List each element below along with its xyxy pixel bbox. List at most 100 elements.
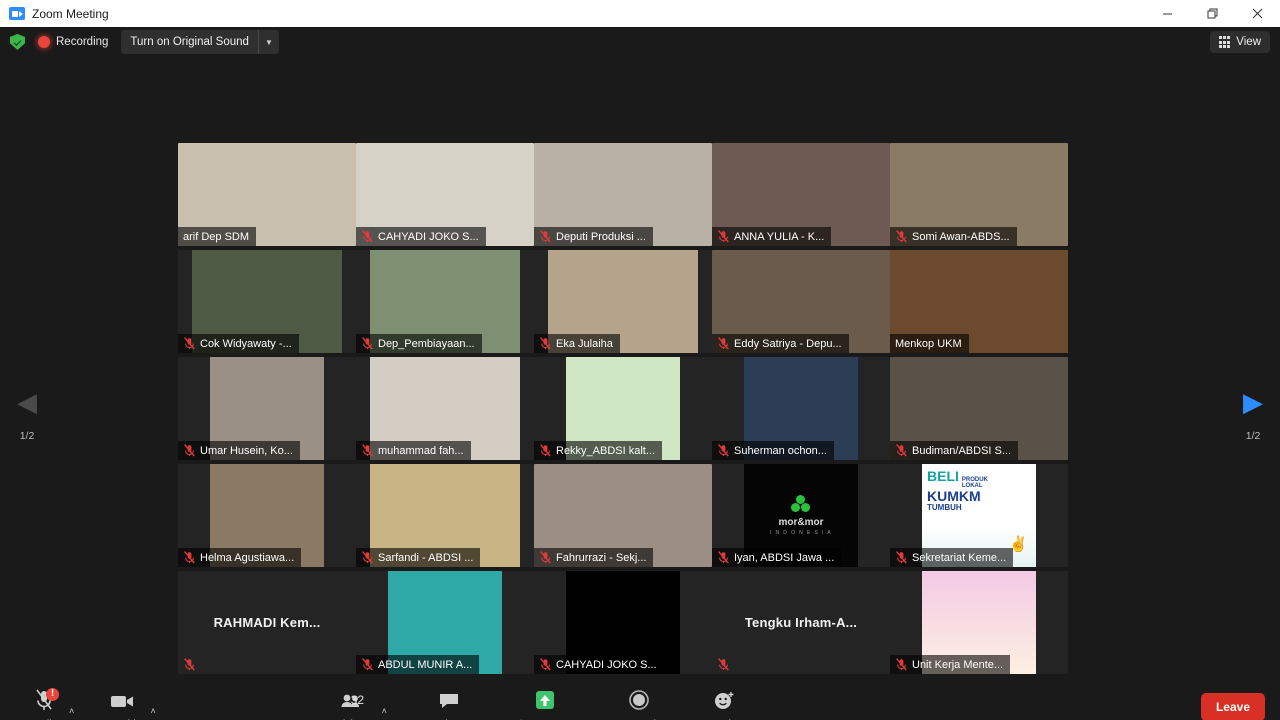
next-page-arrow[interactable]: ▶ [1240,389,1266,415]
microphone-muted-icon [895,230,908,243]
share-screen-button[interactable]: Share Screen [513,689,577,720]
participant-video: ANNA YULIA - K... [712,143,890,246]
participant-tile[interactable]: arif Dep SDM [178,143,356,250]
window-title: Zoom Meeting [32,6,109,21]
recording-indicator[interactable]: Recording [38,36,108,48]
recording-label: Recording [56,36,109,48]
participant-name: ABDUL MUNIR A... [378,658,473,671]
video-options-caret[interactable]: ˄ [150,706,155,716]
participant-tile[interactable]: Suherman ochon... [712,357,890,464]
participant-tile[interactable]: Dep_Pembiayaan... [356,250,534,357]
participant-name-bar: Cok Widyawaty -... [178,334,299,353]
participant-video: Eka Julaiha [534,250,712,353]
microphone-muted-icon [183,658,196,671]
participant-tile[interactable]: Eka Julaiha [534,250,712,357]
participant-video: BELI PRODUK LOKAL KUMKM TUMBUH ✌ Sekretariat K… [890,464,1068,567]
participant-video: Sarfandi - ABDSI ... [356,464,534,567]
participant-name: Deputi Produksi ... [556,230,646,243]
participant-video: Budiman/ABDSI S... [890,357,1068,460]
participant-tile[interactable]: Somi Awan-ABDS... [890,143,1068,250]
zoom-camera-icon [9,7,25,20]
view-button[interactable]: View [1209,31,1270,53]
microphone-muted-icon [539,337,552,350]
participant-name: Umar Husein, Ko... [200,444,293,457]
participant-tile[interactable]: Fahrurrazi - Sekj... [534,464,712,571]
chat-button[interactable]: Chat [427,689,471,720]
participant-video: CAHYADI JOKO S... [356,143,534,246]
participant-name: ANNA YULIA - K... [734,230,825,243]
leave-button[interactable]: Leave [1200,693,1265,720]
participant-tile[interactable]: Deputi Produksi ... [534,143,712,250]
participant-video: Menkop UKM [890,250,1068,353]
participant-tile[interactable]: Menkop UKM [890,250,1068,357]
participant-name: Iyan, ABDSI Jawa ... [734,551,835,564]
participant-name: Sarfandi - ABDSI ... [378,551,474,564]
participant-tile[interactable]: Budiman/ABDSI S... [890,357,1068,464]
participant-video: Suherman ochon... [712,357,890,460]
participant-tile[interactable]: CAHYADI JOKO S... [356,143,534,250]
participant-tile[interactable]: Rekky_ABDSI kalt... [534,357,712,464]
participant-tile[interactable]: muhammad fah... [356,357,534,464]
participant-name: Eka Julaiha [556,337,613,350]
participant-name-bar [712,655,741,674]
participant-name-bar: Sarfandi - ABDSI ... [356,548,481,567]
participant-tile[interactable]: Tengku Irham-A... [712,571,890,678]
participant-name-bar: Rekky_ABDSI kalt... [534,441,663,460]
participant-name-bar: arif Dep SDM [178,227,257,246]
participant-video: RAHMADI Kem... [178,571,356,674]
microphone-muted-icon [539,230,552,243]
participant-tile[interactable]: Helma Agustiawa... [178,464,356,571]
restore-icon[interactable] [1190,0,1235,27]
audio-button[interactable]: ! Audio [22,687,66,720]
participant-name-bar: ANNA YULIA - K... [712,227,832,246]
microphone-muted-icon [361,444,374,457]
chevron-down-icon[interactable]: ▼ [259,30,279,54]
participant-name-bar: muhammad fah... [356,441,471,460]
participant-name: Fahrurrazi - Sekj... [556,551,647,564]
participant-name: Unit Kerja Mente... [912,658,1004,671]
participant-video: Rekky_ABDSI kalt... [534,357,712,460]
participant-name-bar: Suherman ochon... [712,441,834,460]
participant-tile[interactable]: Sarfandi - ABDSI ... [356,464,534,571]
participant-video: Tengku Irham-A... [712,571,890,674]
participant-name-bar: Fahrurrazi - Sekj... [534,548,654,567]
participant-video: Eddy Satriya - Depu... [712,250,890,353]
participants-options-caret[interactable]: ˄ [382,706,387,716]
original-sound-button[interactable]: Turn on Original Sound ▼ [121,30,279,54]
stop-video-button[interactable]: Stop Video [96,689,147,720]
microphone-muted-icon [539,444,552,457]
participant-name: Cok Widyawaty -... [200,337,292,350]
participant-name: Suherman ochon... [734,444,827,457]
participant-tile[interactable]: Eddy Satriya - Depu... [712,250,890,357]
participant-tile[interactable]: mor&mor I N D O N E S I A Iyan, ABDSI Jawa… [712,464,890,571]
participant-tile[interactable]: Umar Husein, Ko... [178,357,356,464]
participants-button[interactable]: 32 Participants [324,689,379,720]
participant-tile[interactable]: ANNA YULIA - K... [712,143,890,250]
green-shield-icon[interactable] [10,34,25,50]
minimize-icon[interactable] [1145,0,1190,27]
close-icon[interactable] [1235,0,1280,27]
participant-tile[interactable]: Cok Widyawaty -... [178,250,356,357]
participant-name-bar: Eka Julaiha [534,334,620,353]
record-button[interactable]: Record [617,689,661,720]
participant-grid: arif Dep SDM CAHYADI JOKO S... Deputi Prod… [178,143,1068,678]
participant-tile[interactable]: RAHMADI Kem... [178,571,356,678]
participant-name-bar: CAHYADI JOKO S... [356,227,486,246]
microphone-muted-icon [361,551,374,564]
previous-page-arrow[interactable]: ◀ [14,389,40,415]
participant-name-bar: Deputi Produksi ... [534,227,653,246]
participant-tile[interactable]: ABDUL MUNIR A... [356,571,534,678]
participant-video: Deputi Produksi ... [534,143,712,246]
reactions-button[interactable]: Reactions [701,689,748,720]
audio-options-caret[interactable]: ˄ [69,706,74,716]
participant-tile[interactable]: CAHYADI JOKO S... [534,571,712,678]
participant-video: arif Dep SDM [178,143,356,246]
record-circle-icon [627,689,651,713]
participant-video: muhammad fah... [356,357,534,460]
participant-name-bar: Sekretariat Keme... [890,548,1014,567]
participant-tile[interactable]: Unit Kerja Mente... [890,571,1068,678]
participant-tile[interactable]: BELI PRODUK LOKAL KUMKM TUMBUH ✌ Sekretariat K… [890,464,1068,571]
participant-name-bar [178,655,207,674]
participant-name-bar: Dep_Pembiayaan... [356,334,482,353]
window-controls [1145,0,1280,27]
